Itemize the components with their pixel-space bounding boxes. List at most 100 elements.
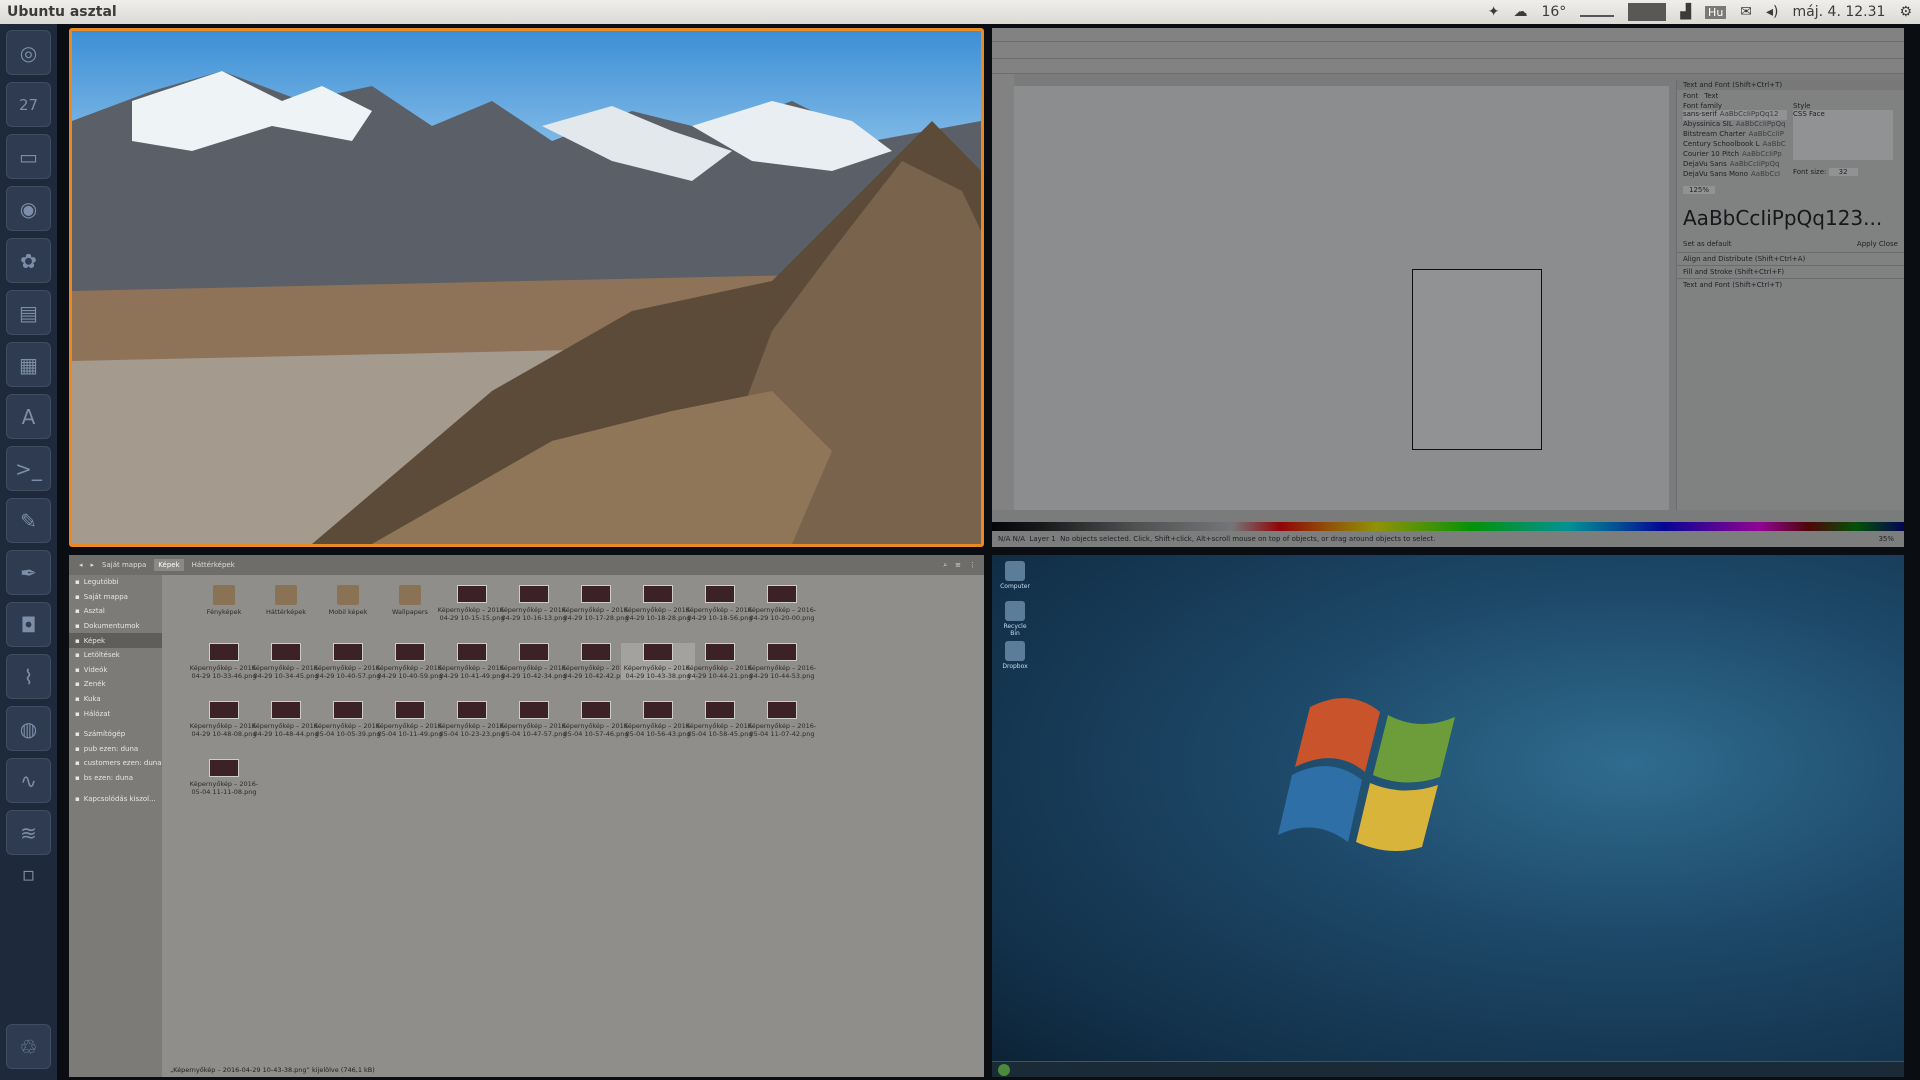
color-palette[interactable]: [992, 522, 1904, 531]
font-family-item[interactable]: DejaVu Sans Mono AaBbCcI: [1683, 170, 1787, 180]
collapsed-dock-align[interactable]: Align and Distribute (Shift+Ctrl+A): [1677, 252, 1904, 265]
set-default-button[interactable]: Set as default: [1683, 240, 1732, 248]
sidebar-item[interactable]: ▪ Képek: [69, 633, 162, 648]
font-family-item[interactable]: Abyssinica SIL AaBbCcIiPpQq: [1683, 120, 1787, 130]
sidebar-item[interactable]: ▪ Kuka: [69, 692, 162, 707]
font-family-item[interactable]: DejaVu Sans AaBbCcIiPpQq: [1683, 160, 1787, 170]
settings-icon[interactable]: ✿: [6, 238, 51, 283]
software-center-icon[interactable]: A: [6, 394, 51, 439]
collapsed-dock-text-font[interactable]: Text and Font (Shift+Ctrl+T): [1677, 278, 1904, 291]
view-toggle-icon[interactable]: ≡: [955, 561, 961, 569]
sidebar-item[interactable]: ▪ Legutóbbi: [69, 575, 162, 590]
style-list[interactable]: CSS Face: [1793, 110, 1893, 160]
sidebar-item[interactable]: ▪ Videók: [69, 663, 162, 678]
sidebar-item[interactable]: ▪ Dokumentumok: [69, 619, 162, 634]
weather-temp[interactable]: 16°: [1541, 4, 1566, 20]
signal-icon[interactable]: ▟: [1680, 4, 1691, 20]
sidebar-item[interactable]: ▪ Asztal: [69, 604, 162, 619]
back-icon[interactable]: ◂: [79, 561, 83, 569]
system-monitor-icon[interactable]: ⌇: [6, 654, 51, 699]
computer-label: Computer: [1000, 583, 1030, 590]
inkscape-window[interactable]: Text and Font (Shift+Ctrl+T) Font Text F…: [992, 28, 1904, 547]
font-family-item[interactable]: Courier 10 Pitch AaBbCcIiPp: [1683, 150, 1787, 160]
file-item[interactable]: Képernyőkép – 2016-04-29 10-44-53.png: [745, 643, 819, 680]
forward-icon[interactable]: ▸: [91, 561, 95, 569]
sidebar-item-label: Letöltések: [83, 651, 120, 660]
weather-icon[interactable]: ☁: [1513, 4, 1527, 20]
spotify-icon[interactable]: ≋: [6, 810, 51, 855]
dropbox-icon[interactable]: ✦: [1488, 4, 1500, 20]
network-graph-icon[interactable]: [1580, 7, 1615, 17]
gear-icon[interactable]: ⚙: [1899, 4, 1912, 20]
waveform-icon[interactable]: ∿: [6, 758, 51, 803]
zoom-field[interactable]: 35%: [1878, 535, 1904, 543]
sidebar-item[interactable]: ▪ Számítógép: [69, 727, 162, 742]
sidebar-item[interactable]: ▪ customers ezen: duna: [69, 756, 162, 771]
style-label: Style: [1793, 102, 1811, 110]
menu-icon[interactable]: ⋮: [969, 561, 984, 569]
tab-font[interactable]: Font: [1683, 92, 1698, 100]
sidebar-item[interactable]: ▪ pub ezen: duna: [69, 742, 162, 757]
windows-vm-window[interactable]: Computer Recycle Bin Dropbox: [992, 555, 1904, 1077]
start-button[interactable]: [998, 1064, 1010, 1076]
computer-desktop-icon[interactable]: Computer: [998, 561, 1032, 590]
drawing-canvas[interactable]: [1014, 86, 1669, 510]
breadcrumb-home[interactable]: Saját mappa: [102, 561, 146, 569]
inkscape-command-bar[interactable]: [992, 28, 1904, 42]
mail-icon[interactable]: ✉: [1740, 4, 1752, 20]
files-icon[interactable]: ▭: [6, 134, 51, 179]
collapsed-dock-fill-stroke[interactable]: Fill and Stroke (Shift+Ctrl+F): [1677, 265, 1904, 278]
recycle-bin-desktop-icon[interactable]: Recycle Bin: [998, 601, 1032, 637]
apply-button[interactable]: Apply: [1857, 240, 1877, 248]
image-thumbnail: [581, 643, 611, 661]
wallpaper-viewer-window[interactable]: [69, 28, 984, 547]
file-item[interactable]: Képernyőkép – 2016-05-04 11-11-08.png: [187, 759, 261, 796]
cpu-icon[interactable]: [1628, 3, 1667, 21]
home-icon: ▪: [75, 592, 80, 601]
inkscape-snap-bar[interactable]: [992, 42, 1904, 59]
inkscape-toolbox[interactable]: [992, 74, 1014, 510]
image-thumbnail: [767, 643, 797, 661]
spreadsheet-icon[interactable]: ▦: [6, 342, 51, 387]
font-family-item[interactable]: Century Schoolbook L AaBbC: [1683, 140, 1787, 150]
document-icon[interactable]: ▤: [6, 290, 51, 335]
breadcrumb-wallpapers[interactable]: Háttérképek: [192, 561, 235, 569]
breadcrumb-pictures[interactable]: Képek: [154, 559, 184, 571]
file-item[interactable]: Képernyőkép – 2016-05-04 11-07-42.png: [745, 701, 819, 738]
network-icon: ▪: [75, 794, 80, 803]
sidebar-item[interactable]: ▪ Letöltések: [69, 648, 162, 663]
volume-icon[interactable]: ◂): [1766, 4, 1779, 20]
ubuntu-logo-icon[interactable]: ◎: [6, 30, 51, 75]
disk-icon[interactable]: ◍: [6, 706, 51, 751]
camera-icon[interactable]: ◘: [6, 602, 51, 647]
font-family-item[interactable]: sans-serif AaBbCcIiPpQq12: [1683, 110, 1787, 120]
search-icon[interactable]: ⌕: [943, 561, 947, 570]
tab-text[interactable]: Text: [1704, 92, 1718, 100]
file-item[interactable]: Képernyőkép – 2016-04-29 10-20-00.png: [745, 585, 819, 622]
sidebar-item[interactable]: ▪ Hálózat: [69, 706, 162, 721]
desktop-icon: ▪: [75, 607, 80, 616]
file-manager-window[interactable]: ◂ ▸ Saját mappa Képek Háttérképek ⌕ ≡ ⋮ …: [69, 555, 984, 1077]
browser-icon[interactable]: ◉: [6, 186, 51, 231]
font-size-field[interactable]: 32: [1828, 168, 1858, 176]
sidebar-item[interactable]: ▪ bs ezen: duna: [69, 771, 162, 786]
dropbox-desktop-icon[interactable]: Dropbox: [998, 641, 1032, 670]
keyboard-layout[interactable]: Hu: [1705, 5, 1727, 19]
close-button[interactable]: Close: [1879, 240, 1898, 248]
inkscape-icon[interactable]: ✒: [6, 550, 51, 595]
layer-selector[interactable]: Layer 1: [1029, 535, 1055, 543]
calendar-icon[interactable]: 27: [6, 82, 51, 127]
line-spacing-field[interactable]: 125%: [1683, 186, 1716, 194]
datetime[interactable]: máj. 4. 12.31: [1793, 4, 1886, 20]
sidebar-item[interactable]: ▪ Zenék: [69, 677, 162, 692]
tools-icon[interactable]: ✎: [6, 498, 51, 543]
font-family-list[interactable]: sans-serif AaBbCcIiPpQq12 Abyssinica SIL Aa…: [1683, 110, 1787, 180]
sidebar-item[interactable]: ▪ Kapcsolódás kiszol...: [69, 791, 162, 806]
places-sidebar: ▪ Legutóbbi ▪ Saját mappa ▪ Asztal ▪ Dokumentum…: [69, 575, 162, 1077]
sidebar-item[interactable]: ▪ Saját mappa: [69, 590, 162, 605]
terminal-icon[interactable]: >_: [6, 446, 51, 491]
workspace-icon[interactable]: ▫: [6, 862, 51, 886]
trash-icon[interactable]: ♲: [6, 1024, 51, 1069]
font-family-item[interactable]: Bitstream Charter AaBbCcIiP: [1683, 130, 1787, 140]
inkscape-tool-controls[interactable]: [992, 59, 1904, 74]
